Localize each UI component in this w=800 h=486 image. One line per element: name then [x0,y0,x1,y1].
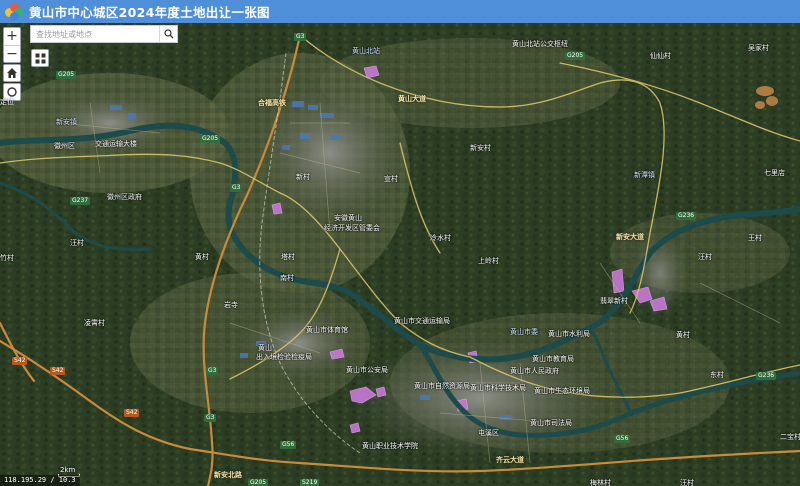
poi-label[interactable]: 安徽黄山 [334,213,362,223]
poi-label[interactable]: 七里店 [764,168,785,178]
poi-label[interactable]: 黄村 [195,252,209,262]
road-name-label[interactable]: 黄山大道 [398,94,426,104]
locate-label: 定位 [0,98,14,106]
poi-label[interactable]: 黄山市体育馆 [306,325,348,335]
poi-label[interactable]: 新安镇 [56,117,77,127]
search-box [30,25,178,43]
satellite-basemap [0,23,800,486]
poi-label[interactable]: 黄山北站公交枢纽 [512,39,568,49]
road-shield[interactable]: G56 [614,435,631,443]
poi-label[interactable]: 仙仙村 [650,51,671,61]
zoom-control: + − [3,27,21,63]
poi-label[interactable]: 经济开发区管委会 [324,223,380,233]
road-name-label[interactable]: 新安大道 [616,232,644,242]
poi-label[interactable]: 黄山北站 [352,46,380,56]
road-shield[interactable]: G3 [294,33,307,41]
poi-label[interactable]: 梅林村 [590,478,611,486]
road-name-label[interactable]: 齐云大道 [496,455,524,465]
page-title: 黄山市中心城区2024年度土地出让一张图 [29,5,270,20]
road-shield[interactable]: S42 [12,357,28,365]
poi-label[interactable]: 黄山市科学技术局 [470,383,526,393]
poi-label[interactable]: 黄山市水利局 [548,329,590,339]
road-shield[interactable]: G205 [56,71,77,79]
poi-label[interactable]: 新潭镇 [634,170,655,180]
road-shield[interactable]: G205 [200,135,221,143]
poi-label[interactable]: 王村 [748,233,762,243]
search-input[interactable] [31,26,159,42]
basemap-toggle-button[interactable] [31,49,49,67]
poi-label[interactable]: 翡翠新村 [600,296,628,306]
poi-label[interactable]: 屯溪区 [478,428,499,438]
road-shield[interactable]: S42 [124,409,140,417]
poi-label[interactable]: 吴家村 [748,43,769,53]
search-button[interactable] [159,26,177,42]
poi-label[interactable]: 黄山市自然资源局 [414,381,470,391]
poi-label[interactable]: 凌霄村 [84,318,105,328]
road-shield[interactable]: G3 [204,414,217,422]
coordinate-readout: 118.195.29 / 10.3 [0,475,80,486]
home-button[interactable] [3,64,21,82]
poi-label[interactable]: 汪村 [698,252,712,262]
poi-label[interactable]: 徽州区政府 [107,192,142,202]
poi-label[interactable]: 东村 [710,370,724,380]
road-shield[interactable]: S42 [50,367,66,375]
poi-label[interactable]: 汪村 [70,238,84,248]
road-shield[interactable]: G3 [230,184,243,192]
map-app: 黄山市中心城区2024年度土地出让一张图 黄山北站 黄山北站公交枢纽 仙仙村 吴… [0,0,800,486]
zoom-out-button[interactable]: − [4,45,20,62]
poi-label[interactable]: 上岭村 [478,256,499,266]
poi-label[interactable]: 黄山市司法局 [530,418,572,428]
poi-label[interactable]: 岩寺 [224,300,238,310]
search-icon [163,29,173,39]
road-shield[interactable]: G236 [756,372,777,380]
road-shield[interactable]: G237 [70,197,91,205]
layers-icon [35,53,45,63]
road-shield[interactable]: S219 [300,479,320,486]
poi-label[interactable]: 徽州区 [54,141,75,151]
poi-label[interactable]: 塔村 [281,252,295,262]
map-canvas[interactable]: 黄山北站 黄山北站公交枢纽仙仙村 吴家村新安镇徽州区 交通运输大楼徽州区政府 新安村新村… [0,23,800,486]
poi-label[interactable]: 新安村 [470,143,491,153]
poi-label[interactable]: 黄山市教育局 [532,354,574,364]
poi-label[interactable]: 黄山市生态环境局 [534,386,590,396]
home-icon [7,68,17,78]
poi-label[interactable]: 冷水村 [430,233,451,243]
poi-label[interactable]: 黄山市公安局 [346,365,388,375]
poi-label[interactable]: 出入境检验检疫局 [256,352,312,362]
poi-label[interactable]: 黄山市交通运输局 [394,316,450,326]
poi-label[interactable]: 交通运输大楼 [95,139,137,149]
poi-label[interactable]: 南村 [280,273,294,283]
poi-label[interactable]: 二宝村 [780,432,800,442]
poi-label[interactable]: 新村 [296,172,310,182]
road-shield[interactable]: G3 [206,367,219,375]
poi-label[interactable]: 黄山市人民政府 [510,366,559,376]
poi-label[interactable]: 汪村 [680,478,694,486]
road-shield[interactable]: G236 [676,212,697,220]
poi-label[interactable]: 黄村 [676,330,690,340]
zoom-in-button[interactable]: + [4,28,20,45]
title-bar: 黄山市中心城区2024年度土地出让一张图 [0,0,800,23]
scale-label: 2km [60,466,76,474]
poi-label[interactable]: 黄山职业技术学院 [362,441,418,451]
road-shield[interactable]: G56 [280,441,297,449]
poi-label[interactable]: 黄山市委 [510,327,538,337]
road-shield[interactable]: G205 [565,52,586,60]
poi-label[interactable]: 竹村 [0,253,14,263]
road-name-label[interactable]: 合福高铁 [258,98,286,108]
road-shield[interactable]: G205 [248,479,269,486]
poi-label[interactable]: 宣村 [384,174,398,184]
road-name-label[interactable]: 新安北路 [214,470,242,480]
logo-icon [5,2,23,21]
